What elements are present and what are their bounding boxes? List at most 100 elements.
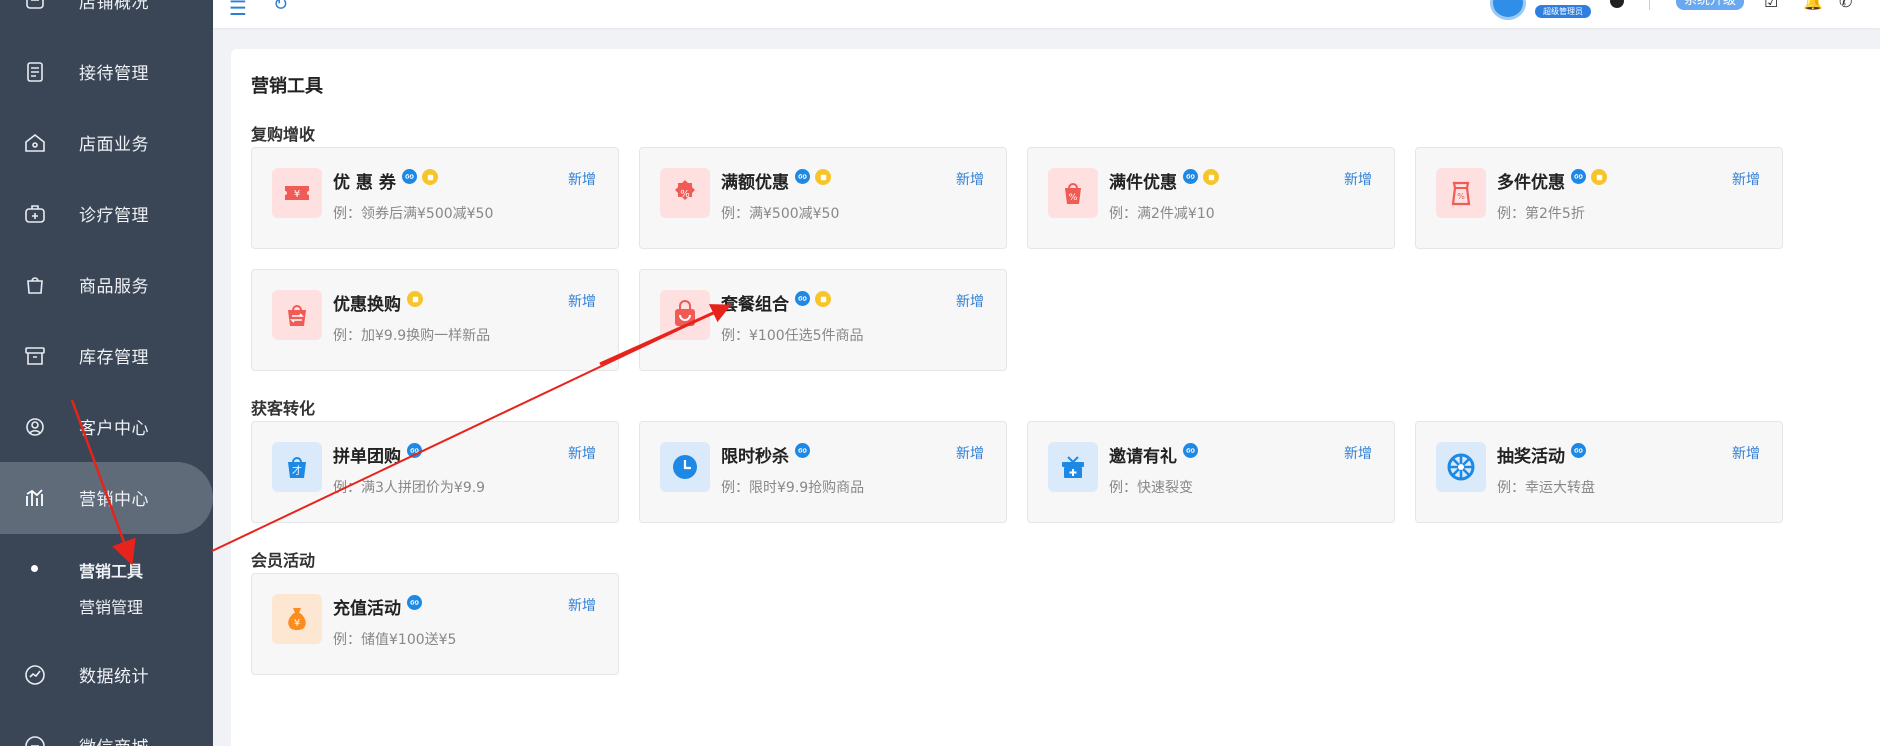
add-button[interactable]: 新增 — [1344, 169, 1372, 189]
add-button[interactable]: 新增 — [568, 443, 596, 463]
coupon-icon: ¥ — [272, 168, 322, 218]
tool-name: 套餐组合 — [721, 295, 789, 315]
tool-card-multi-item-discount[interactable]: % 多件优惠 例：第2件5折 新增 — [1415, 147, 1783, 249]
menu-toggle-icon[interactable]: ☰ — [229, 0, 247, 20]
section-title-acquisition: 获客转化 — [251, 399, 316, 418]
group-buy-icon: 才 — [272, 442, 322, 492]
tool-name: 多件优惠 — [1497, 173, 1565, 193]
tool-card-recharge[interactable]: ¥ 充值活动 例：储值¥100送¥5 新增 — [251, 573, 619, 675]
system-upgrade-button[interactable]: 系统升级 — [1676, 0, 1745, 10]
medical-kit-icon — [22, 201, 48, 227]
mini-program-icon — [1571, 443, 1586, 458]
sidebar-item-label: 数据统计 — [79, 667, 149, 687]
sidebar-item-label: 客户中心 — [79, 419, 149, 439]
tool-name: 限时秒杀 — [721, 447, 789, 467]
tool-badges — [795, 291, 831, 307]
svg-text:才: 才 — [292, 464, 302, 477]
tool-card-lottery[interactable]: 抽奖活动 例：幸运大转盘 新增 — [1415, 421, 1783, 523]
multi-item-discount-icon: % — [1436, 168, 1486, 218]
checkin-icon[interactable]: ☑ — [1764, 0, 1778, 11]
sidebar-item-label: 店面业务 — [79, 135, 149, 155]
coin-icon — [815, 169, 831, 185]
active-dot — [31, 565, 38, 572]
mini-program-icon — [1571, 169, 1586, 184]
mini-program-icon — [407, 443, 422, 458]
sidebar-item-statistics[interactable]: 数据统计 — [0, 639, 213, 710]
add-button[interactable]: 新增 — [568, 595, 596, 615]
sidebar-item-label: 营销中心 — [79, 490, 149, 510]
mini-program-icon — [795, 169, 810, 184]
customer-icon — [22, 414, 48, 440]
tool-name: 邀请有礼 — [1109, 447, 1177, 467]
add-button[interactable]: 新增 — [568, 169, 596, 189]
package-bag-icon — [660, 290, 710, 340]
tool-badges — [1183, 443, 1198, 458]
tool-badges — [402, 169, 438, 185]
tool-description: 例：满2件减¥10 — [1109, 206, 1215, 222]
svg-text:%: % — [680, 189, 690, 200]
add-button[interactable]: 新增 — [568, 291, 596, 311]
top-bar: ☰ ↻ 超级管理员 系统升级 ☑ 🔔 ✆ — [213, 0, 1880, 28]
tool-card-amount-discount[interactable]: % 满额优惠 例：满¥500减¥50 新增 — [639, 147, 1007, 249]
reception-icon — [22, 59, 48, 85]
wechat-mall-icon — [22, 733, 48, 746]
percent-badge-icon: % — [660, 168, 710, 218]
submenu-item-marketing-tools[interactable]: 营销工具 — [79, 558, 143, 582]
tool-badges — [407, 443, 422, 458]
tool-card-exchange-purchase[interactable]: 优惠换购 例：加¥9.9换购一样新品 新增 — [251, 269, 619, 371]
tool-card-invite-reward[interactable]: 邀请有礼 例：快速裂变 新增 — [1027, 421, 1395, 523]
sidebar-item-label: 接待管理 — [79, 64, 149, 84]
sidebar-item-store-overview[interactable]: 店铺概况 — [0, 0, 213, 36]
sidebar-item-marketing[interactable]: 营销中心 — [0, 462, 213, 533]
tool-badges — [1183, 169, 1219, 185]
add-button[interactable]: 新增 — [956, 443, 984, 463]
mini-program-icon — [407, 595, 422, 610]
add-button[interactable]: 新增 — [1732, 169, 1760, 189]
sidebar-item-storefront[interactable]: 店面业务 — [0, 107, 213, 178]
sidebar: 店铺概况 接待管理 店面业务 诊疗管理 商品服务 库存管理 客户中心 营销中心 … — [0, 0, 213, 746]
coin-icon — [815, 291, 831, 307]
phone-icon[interactable]: ✆ — [1839, 0, 1852, 11]
add-button[interactable]: 新增 — [1344, 443, 1372, 463]
tool-badges — [1571, 169, 1607, 185]
sidebar-item-label: 微信商城 — [79, 733, 149, 746]
sidebar-item-medical[interactable]: 诊疗管理 — [0, 178, 213, 249]
coin-icon — [1591, 169, 1607, 185]
coin-icon — [422, 169, 438, 185]
tool-description: 例：满3人拼团价为¥9.9 — [333, 480, 486, 496]
svg-text:%: % — [1069, 193, 1078, 203]
sidebar-item-inventory[interactable]: 库存管理 — [0, 320, 213, 391]
add-button[interactable]: 新增 — [1732, 443, 1760, 463]
sidebar-item-reception[interactable]: 接待管理 — [0, 36, 213, 107]
role-badge: 超级管理员 — [1535, 5, 1591, 18]
tool-card-flash-sale[interactable]: 限时秒杀 例：限时¥9.9抢购商品 新增 — [639, 421, 1007, 523]
section-title-membership: 会员活动 — [251, 551, 316, 570]
add-button[interactable]: 新增 — [956, 169, 984, 189]
store-overview-icon — [22, 0, 48, 14]
mini-program-icon — [1183, 443, 1198, 458]
tool-badges — [795, 169, 831, 185]
tool-card-package-combo[interactable]: 套餐组合 例：¥100任选5件商品 新增 — [639, 269, 1007, 371]
gift-icon — [1048, 442, 1098, 492]
shopping-bag-icon — [22, 272, 48, 298]
tool-description: 例：第2件5折 — [1497, 206, 1585, 222]
mini-program-icon — [795, 443, 810, 458]
money-bag-icon: ¥ — [272, 594, 322, 644]
sidebar-item-products[interactable]: 商品服务 — [0, 249, 213, 320]
tool-card-group-buy[interactable]: 才 拼单团购 例：满3人拼团价为¥9.9 新增 — [251, 421, 619, 523]
avatar[interactable] — [1490, 0, 1526, 20]
verified-icon — [1610, 0, 1624, 8]
refresh-icon[interactable]: ↻ — [273, 0, 288, 15]
svg-text:¥: ¥ — [294, 189, 300, 200]
add-button[interactable]: 新增 — [956, 291, 984, 311]
tool-card-quantity-discount[interactable]: % 满件优惠 例：满2件减¥10 新增 — [1027, 147, 1395, 249]
submenu-item-marketing-management[interactable]: 营销管理 — [79, 594, 143, 618]
tool-card-coupon[interactable]: ¥ 优 惠 券 例：领券后满¥500减¥50 新增 — [251, 147, 619, 249]
svg-text:%: % — [1457, 192, 1465, 201]
bell-icon[interactable]: 🔔 — [1803, 0, 1823, 11]
svg-text:¥: ¥ — [294, 618, 300, 629]
sidebar-item-customers[interactable]: 客户中心 — [0, 391, 213, 462]
sidebar-item-wechat-mall[interactable]: 微信商城 — [0, 710, 213, 746]
lucky-wheel-icon — [1436, 442, 1486, 492]
tool-badges — [795, 443, 810, 458]
